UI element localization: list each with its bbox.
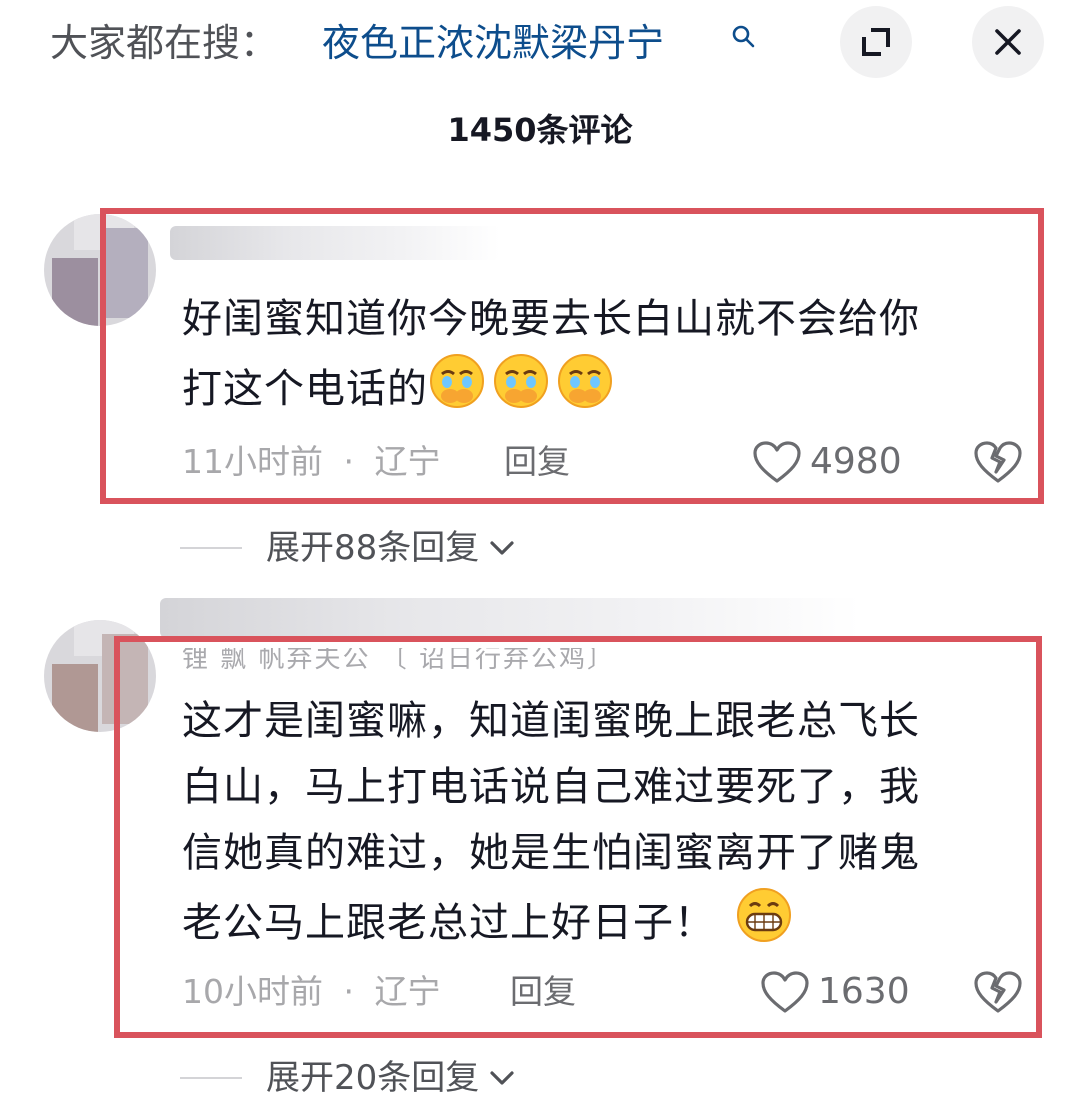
comment-text-line: 信她真的难过，她是生怕闺蜜离开了赌鬼 xyxy=(182,830,920,876)
comment-text: 这才是闺蜜嘛，知道闺蜜晚上跟老总飞长 白山，马上打电话说自己难过要死了，我 信她… xyxy=(182,688,1002,956)
close-icon xyxy=(995,29,1021,55)
comment-time: 10小时前 xyxy=(182,972,323,1011)
chevron-down-icon xyxy=(490,541,514,555)
grinning-emoji xyxy=(737,888,791,942)
comment-text-line: 这才是闺蜜嘛，知道闺蜜晚上跟老总飞长 xyxy=(182,698,920,744)
username[interactable]: 锂 飘 帆弃夫公 〔 诏日行弃公鸡〕 xyxy=(182,648,862,670)
top-bar: 大家都在搜： 夜色正浓沈默梁丹宁 xyxy=(0,0,1080,90)
broken-heart-icon[interactable] xyxy=(974,970,1022,1014)
crying-emoji xyxy=(558,354,612,408)
like-button[interactable]: 1630 xyxy=(760,970,910,1014)
comment-meta: 11小时前 · 辽宁 xyxy=(182,440,441,484)
meta-separator: · xyxy=(343,442,355,481)
chevron-down-icon xyxy=(490,1071,514,1085)
search-suggestion-label: 大家都在搜： xyxy=(50,21,279,65)
avatar[interactable] xyxy=(44,214,156,326)
divider-line xyxy=(180,547,242,549)
broken-heart-icon[interactable] xyxy=(974,440,1022,484)
expand-replies[interactable]: 展开88条回复 xyxy=(180,526,515,570)
expand-icon xyxy=(862,28,890,56)
search-suggestion-link[interactable]: 夜色正浓沈默梁丹宁 xyxy=(322,18,664,68)
comment-count: 1450条评论 xyxy=(447,111,633,149)
meta-separator: · xyxy=(343,972,355,1011)
comment-meta: 10小时前 · 辽宁 xyxy=(182,970,441,1014)
reply-button[interactable]: 回复 xyxy=(504,440,570,484)
search-icon xyxy=(732,25,755,48)
like-button[interactable]: 4980 xyxy=(752,440,902,484)
crying-emoji xyxy=(430,354,484,408)
divider-line xyxy=(180,1077,242,1079)
comment-text-line: 老公马上跟老总过上好日子！ xyxy=(182,886,1002,956)
reply-button[interactable]: 回复 xyxy=(510,970,576,1014)
comment-location: 辽宁 xyxy=(374,972,441,1011)
close-button[interactable] xyxy=(972,6,1044,78)
username-redacted[interactable] xyxy=(170,226,500,260)
like-count: 4980 xyxy=(810,441,902,482)
expand-replies-label: 展开20条回复 xyxy=(266,1058,480,1098)
avatar[interactable] xyxy=(44,620,156,732)
heart-icon xyxy=(761,971,809,1013)
comment-time: 11小时前 xyxy=(182,442,323,481)
expand-replies-label: 展开88条回复 xyxy=(266,528,480,568)
comment-text: 好闺蜜知道你今晚要去长白山就不会给你 打这个电话的 xyxy=(182,286,1002,422)
comment-text-line: 打这个电话的 xyxy=(182,352,1002,422)
expand-button[interactable] xyxy=(840,6,912,78)
expand-replies[interactable]: 展开20条回复 xyxy=(180,1056,515,1100)
crying-emoji xyxy=(494,354,548,408)
username-redacted xyxy=(160,598,860,638)
heart-icon xyxy=(753,441,801,483)
comment-location: 辽宁 xyxy=(374,442,441,481)
comment-text-line: 白山，马上打电话说自己难过要死了，我 xyxy=(182,764,920,810)
like-count: 1630 xyxy=(818,971,910,1012)
